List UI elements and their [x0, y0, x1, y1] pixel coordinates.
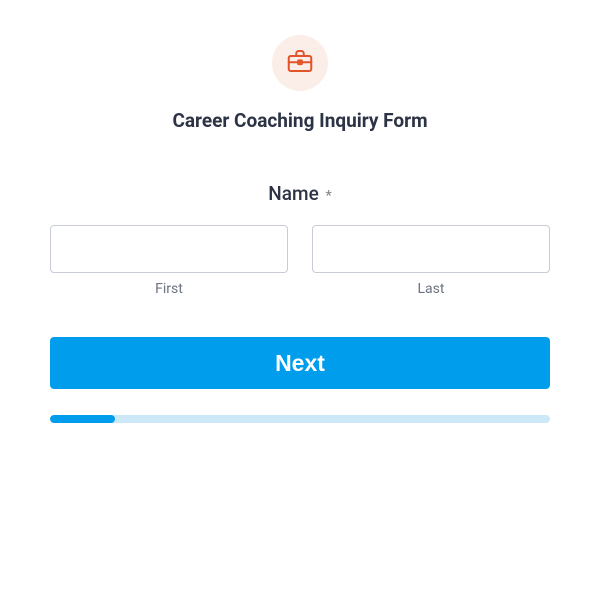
- form-header: Career Coaching Inquiry Form: [50, 35, 550, 132]
- first-name-group: First: [50, 225, 288, 297]
- last-name-input[interactable]: [312, 225, 550, 273]
- first-name-input[interactable]: [50, 225, 288, 273]
- briefcase-icon: [285, 46, 315, 80]
- form-title: Career Coaching Inquiry Form: [172, 109, 427, 132]
- name-input-row: First Last: [50, 225, 550, 297]
- required-marker: *: [325, 188, 331, 204]
- name-field-label: Name *: [50, 182, 550, 205]
- last-name-sublabel: Last: [312, 281, 550, 297]
- header-icon-circle: [272, 35, 328, 91]
- progress-bar: [50, 415, 550, 423]
- name-label-text: Name: [268, 182, 318, 205]
- next-button[interactable]: Next: [50, 337, 550, 389]
- first-name-sublabel: First: [50, 281, 288, 297]
- last-name-group: Last: [312, 225, 550, 297]
- progress-fill: [50, 415, 115, 423]
